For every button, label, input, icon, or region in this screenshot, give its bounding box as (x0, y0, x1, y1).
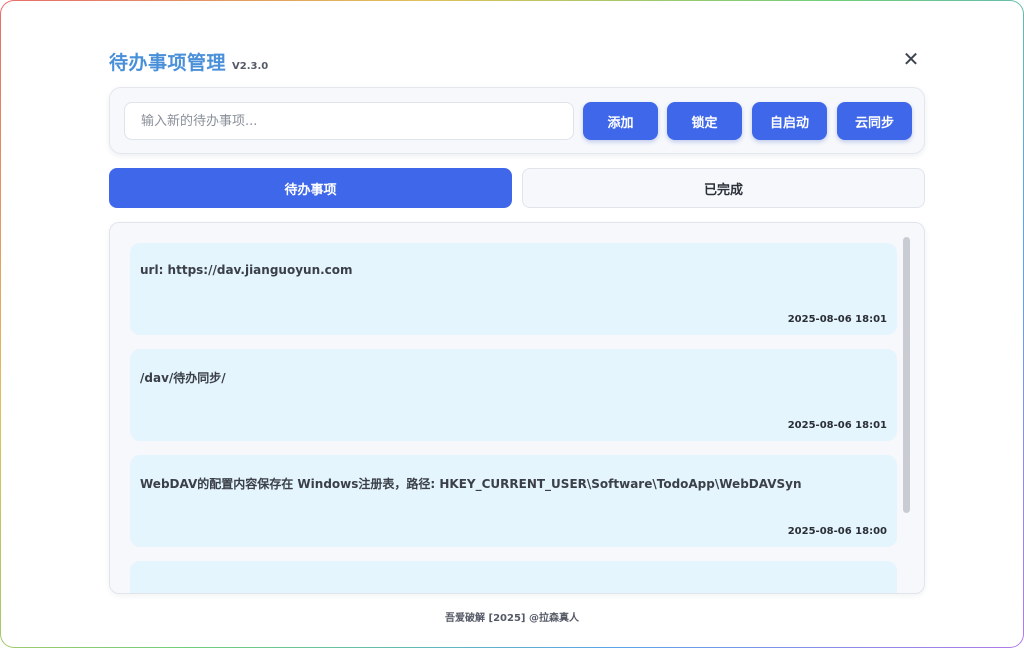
autostart-button[interactable]: 自启动 (752, 102, 827, 140)
list-item[interactable]: url: https://dav.jianguoyun.com 2025-08-… (130, 243, 897, 335)
list-item[interactable] (130, 561, 897, 593)
todo-timestamp: 2025-08-06 18:01 (787, 420, 887, 431)
tab-bar: 待办事项 已完成 (109, 168, 925, 208)
todo-timestamp: 2025-08-06 18:00 (787, 526, 887, 537)
window-border: 待办事项管理 V2.3.0 ✕ 添加 锁定 自启动 云同步 待办事项 已完成 u… (0, 0, 1024, 648)
todo-timestamp: 2025-08-06 18:01 (787, 314, 887, 325)
scrollbar[interactable] (903, 237, 910, 513)
lock-button[interactable]: 锁定 (667, 102, 742, 140)
todo-text: /dav/待办同步/ (140, 371, 226, 385)
close-icon[interactable]: ✕ (899, 47, 923, 71)
cloud-sync-button[interactable]: 云同步 (837, 102, 912, 140)
todo-text: WebDAV的配置内容保存在 Windows注册表，路径: HKEY_CURRE… (140, 477, 802, 491)
toolbar: 添加 锁定 自启动 云同步 (109, 87, 925, 154)
list-item[interactable]: WebDAV的配置内容保存在 Windows注册表，路径: HKEY_CURRE… (130, 455, 897, 547)
footer-text: 吾爱破解 [2025] @拉森真人 (445, 613, 579, 624)
header: 待办事项管理 V2.3.0 (109, 48, 268, 75)
todo-text: url: https://dav.jianguoyun.com (140, 263, 353, 277)
tab-pending[interactable]: 待办事项 (109, 168, 512, 208)
todo-list: url: https://dav.jianguoyun.com 2025-08-… (109, 222, 925, 594)
new-todo-input[interactable] (124, 102, 574, 140)
version-label: V2.3.0 (232, 61, 269, 72)
list-item[interactable]: /dav/待办同步/ 2025-08-06 18:01 (130, 349, 897, 441)
add-button[interactable]: 添加 (583, 102, 658, 140)
page-title: 待办事项管理 (109, 52, 227, 74)
tab-completed[interactable]: 已完成 (522, 168, 925, 208)
app-window: 待办事项管理 V2.3.0 ✕ 添加 锁定 自启动 云同步 待办事项 已完成 u… (1, 1, 1023, 647)
